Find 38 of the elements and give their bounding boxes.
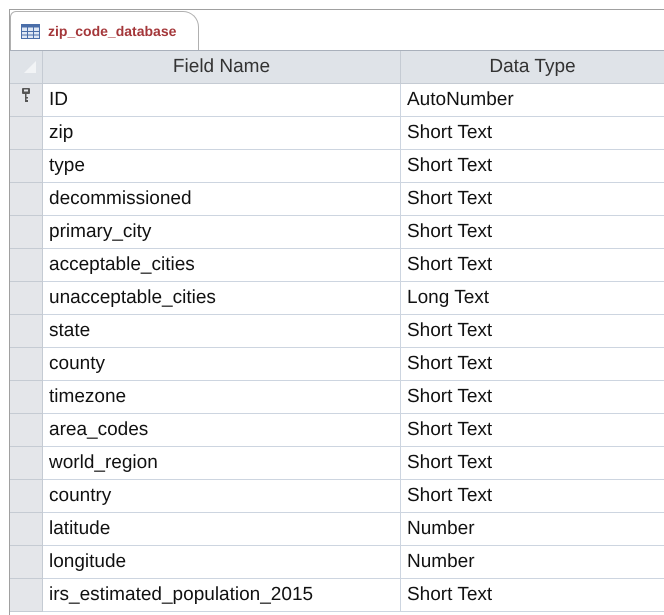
table-cell: Short Text <box>401 117 664 150</box>
table-cell: country <box>43 480 401 513</box>
table-icon <box>21 24 40 38</box>
column-header[interactable]: Data Type <box>401 51 664 84</box>
table-cell: longitude <box>43 546 401 579</box>
table-cell: state <box>43 315 401 348</box>
table-cell: world_region <box>43 447 401 480</box>
table-cell: latitude <box>43 513 401 546</box>
table-cell: Short Text <box>401 249 664 282</box>
table-cell: Number <box>401 546 664 579</box>
table-cell: zip <box>43 117 401 150</box>
table-cell: decommissioned <box>43 183 401 216</box>
table-cell: Short Text <box>401 315 664 348</box>
table-cell: Short Text <box>401 579 664 612</box>
table-cell: ID <box>43 84 401 117</box>
table-cell: Short Text <box>401 414 664 447</box>
table-cell: Long Text <box>401 282 664 315</box>
table-cell: Short Text <box>401 150 664 183</box>
table-cell: county <box>43 348 401 381</box>
table-cell: type <box>43 150 401 183</box>
table-cell: Short Text <box>401 447 664 480</box>
table-cell: Number <box>401 513 664 546</box>
tab[interactable]: zip_code_database <box>10 11 200 50</box>
key-icon <box>22 88 30 103</box>
table-cell: Short Text <box>401 381 664 414</box>
table-cell: acceptable_cities <box>43 249 401 282</box>
table-cell: unacceptable_cities <box>43 282 401 315</box>
table-cell: Short Text <box>401 348 664 381</box>
table-cell: timezone <box>43 381 401 414</box>
table-cell: Short Text <box>401 216 664 249</box>
column-header[interactable]: Field Name <box>43 51 401 84</box>
table-cell: area_codes <box>43 414 401 447</box>
table-cell: Short Text <box>401 183 664 216</box>
table-cell: Short Text <box>401 480 664 513</box>
table-cell: irs_estimated_population_2015 <box>43 579 401 612</box>
table-cell: AutoNumber <box>401 84 664 117</box>
row-selector[interactable] <box>10 84 43 117</box>
table-cell: primary_city <box>43 216 401 249</box>
